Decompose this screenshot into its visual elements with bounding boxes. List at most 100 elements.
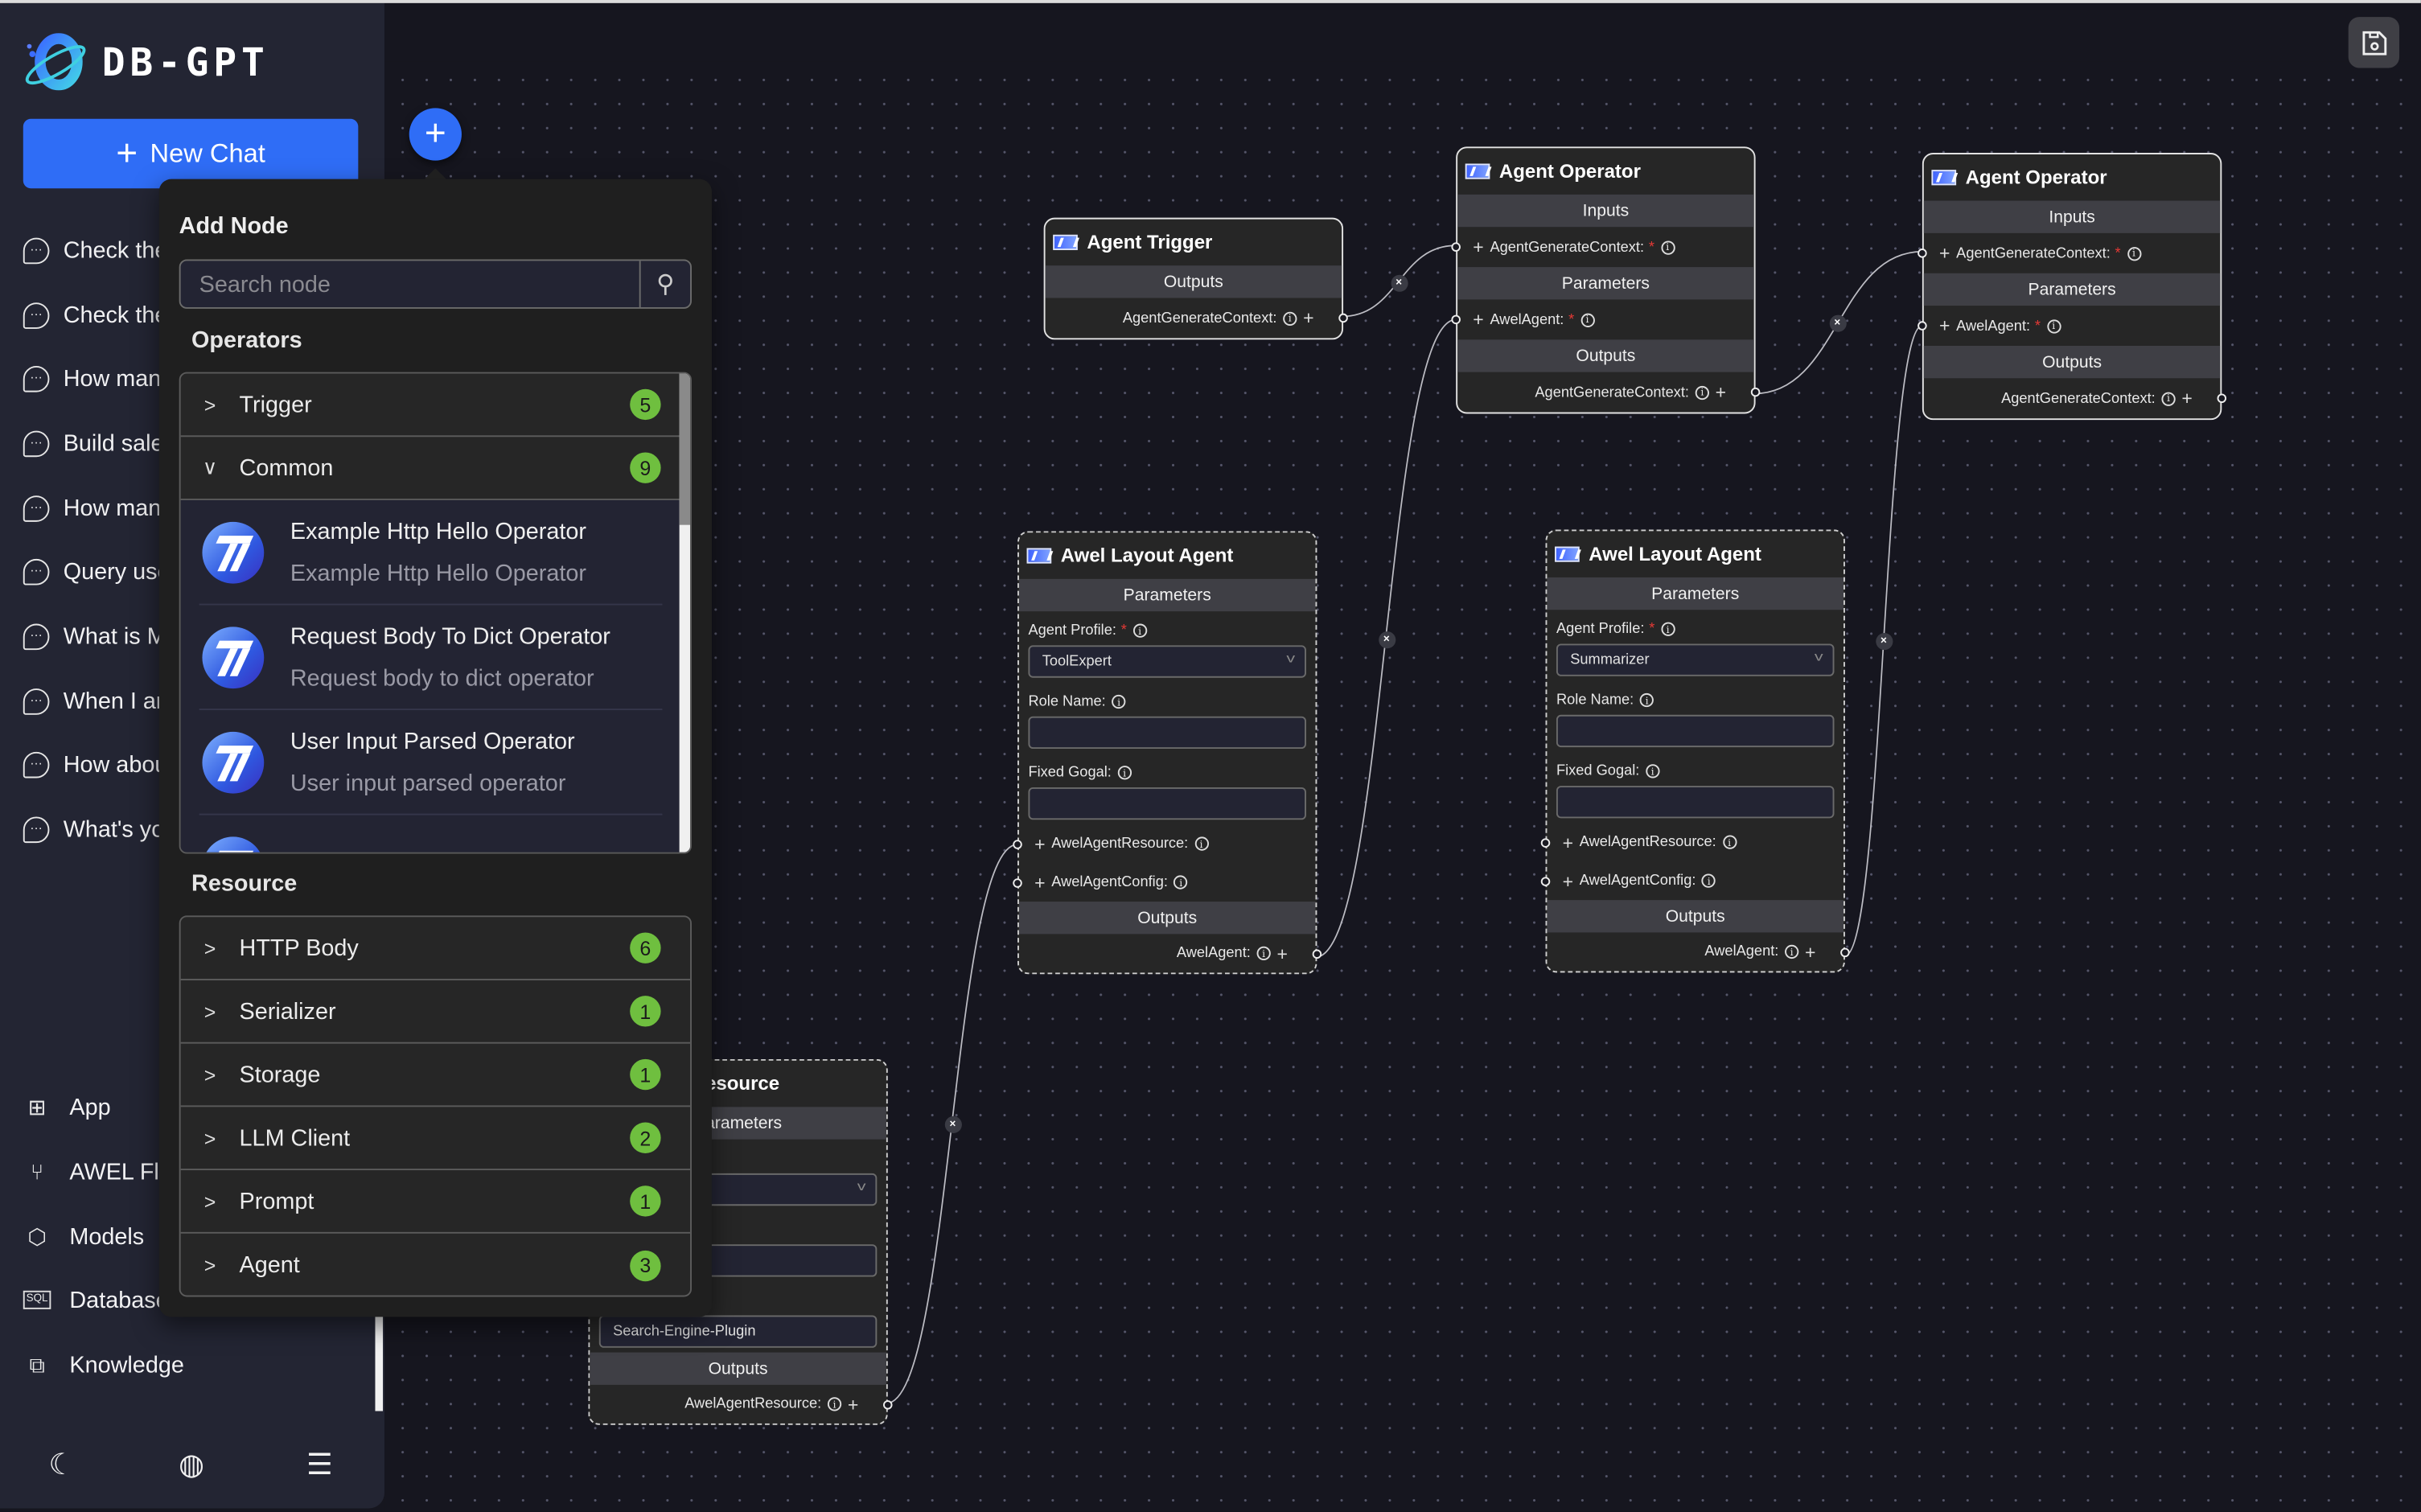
output-handle[interactable]: [1750, 387, 1761, 397]
output-handle[interactable]: [1312, 948, 1322, 959]
info-icon[interactable]: i: [1702, 873, 1716, 888]
info-icon[interactable]: i: [1256, 946, 1271, 960]
flow-node-awel-layout-agent-1[interactable]: Awel Layout Agent Parameters Agent Profile…: [1013, 531, 1322, 975]
group-http-body[interactable]: > HTTP Body 6: [180, 917, 691, 980]
input-handle[interactable]: [1013, 877, 1022, 887]
chat-history-item[interactable]: ··· How man: [23, 355, 161, 402]
delete-edge-button[interactable]: ×: [1828, 314, 1846, 331]
delete-edge-button[interactable]: ×: [1390, 273, 1408, 291]
add-connection-icon[interactable]: +: [1034, 833, 1045, 855]
input-handle[interactable]: [1917, 321, 1927, 331]
logo[interactable]: DB-GPT: [22, 31, 269, 92]
input-handle[interactable]: [1451, 314, 1461, 325]
operator-item[interactable]: User Input Parsed Operator User input par…: [199, 710, 663, 816]
chat-history-item[interactable]: ··· Check the: [23, 292, 167, 339]
add-node-button[interactable]: +: [409, 108, 462, 161]
info-icon[interactable]: i: [2046, 318, 2061, 333]
info-icon[interactable]: i: [1112, 694, 1126, 709]
nav-knowledge[interactable]: ⧉ Knowledge: [23, 1341, 183, 1388]
node-header[interactable]: Agent Trigger: [1046, 220, 1342, 266]
nav-database[interactable]: SQL Database: [23, 1277, 169, 1324]
info-icon[interactable]: i: [2161, 391, 2176, 405]
chat-history-item[interactable]: ··· Query use: [23, 548, 171, 594]
flow-node-agent-operator-1[interactable]: Agent Operator Inputs + AgentGenerateContex…: [1451, 146, 1761, 414]
add-connection-icon[interactable]: +: [1473, 236, 1483, 258]
add-connection-icon[interactable]: +: [1939, 315, 1950, 337]
info-icon[interactable]: i: [1132, 623, 1147, 638]
node-header[interactable]: Awel Layout Agent: [1019, 532, 1316, 579]
chat-history-item[interactable]: ··· How man: [23, 485, 161, 532]
group-trigger[interactable]: > Trigger 5: [180, 374, 691, 438]
chat-history-item[interactable]: ··· When I ar: [23, 678, 164, 725]
chat-history-item[interactable]: ··· What's yo: [23, 806, 164, 853]
group-agent[interactable]: > Agent 3: [181, 1234, 690, 1296]
chat-history-item[interactable]: ··· What is M: [23, 613, 166, 659]
input-handle[interactable]: [1917, 249, 1927, 258]
operator-item[interactable]: Example Http Hello Operator Example Http …: [199, 500, 663, 606]
save-flow-button[interactable]: [2348, 17, 2400, 68]
add-connection-icon[interactable]: +: [1716, 381, 1726, 403]
info-icon[interactable]: i: [1722, 835, 1737, 849]
param-input[interactable]: [1028, 716, 1306, 750]
add-connection-icon[interactable]: +: [848, 1393, 858, 1415]
collapse-menu-icon[interactable]: ☰: [301, 1448, 338, 1484]
chat-history-item[interactable]: ··· Check the: [23, 227, 167, 273]
sidebar-scrollbar[interactable]: [375, 1315, 384, 1411]
group-storage[interactable]: > Storage 1: [180, 1044, 691, 1107]
param-select[interactable]: Summarizer v: [1556, 643, 1835, 676]
add-connection-icon[interactable]: +: [2181, 388, 2192, 409]
info-icon[interactable]: i: [827, 1397, 842, 1411]
add-connection-icon[interactable]: +: [1563, 832, 1573, 853]
param-input[interactable]: [1556, 714, 1835, 748]
delete-edge-button[interactable]: ×: [943, 1115, 961, 1133]
add-connection-icon[interactable]: +: [1939, 242, 1950, 264]
delete-edge-button[interactable]: ×: [1875, 632, 1893, 650]
flow-node-agent-trigger[interactable]: Agent Trigger Outputs AgentGenerateContext…: [1043, 217, 1348, 340]
node-header[interactable]: Agent Operator: [1457, 148, 1754, 195]
chat-history-item[interactable]: ··· Build sale: [23, 420, 164, 466]
add-connection-icon[interactable]: +: [1473, 309, 1483, 331]
flow-node-awel-layout-agent-2[interactable]: Awel Layout Agent Parameters Agent Profile…: [1540, 529, 1850, 973]
add-connection-icon[interactable]: +: [1303, 307, 1313, 329]
moon-icon[interactable]: ☾: [43, 1448, 80, 1484]
delete-edge-button[interactable]: ×: [1378, 631, 1395, 648]
info-icon[interactable]: i: [1117, 766, 1132, 780]
node-header[interactable]: Awel Layout Agent: [1547, 531, 1843, 577]
search-node-input[interactable]: [180, 261, 639, 308]
param-input[interactable]: [1556, 786, 1835, 819]
operators-scrollbar[interactable]: [679, 373, 691, 853]
input-handle[interactable]: [1540, 837, 1551, 847]
group-serializer[interactable]: > Serializer 1: [180, 980, 691, 1044]
operator-item-partial[interactable]: [199, 816, 663, 853]
new-chat-button[interactable]: + New Chat: [23, 118, 359, 189]
add-connection-icon[interactable]: +: [1805, 941, 1815, 963]
chat-history-item[interactable]: ··· How abou: [23, 741, 167, 787]
nav-app[interactable]: ⊞ App: [23, 1084, 111, 1131]
input-handle[interactable]: [1451, 242, 1461, 252]
nav-models[interactable]: ⬡ Models: [23, 1214, 144, 1260]
search-button[interactable]: ⚲: [639, 261, 690, 308]
add-connection-icon[interactable]: +: [1563, 870, 1573, 892]
info-icon[interactable]: i: [1661, 622, 1675, 636]
add-connection-icon[interactable]: +: [1034, 872, 1045, 894]
info-icon[interactable]: i: [1646, 764, 1660, 779]
output-handle[interactable]: [1840, 947, 1850, 957]
group-llm-client[interactable]: > LLM Client 2: [180, 1107, 691, 1171]
output-handle[interactable]: [1338, 313, 1348, 323]
info-icon[interactable]: i: [1639, 692, 1654, 708]
globe-icon[interactable]: ◍: [173, 1448, 210, 1484]
operator-item[interactable]: Request Body To Dict Operator Request bod…: [199, 605, 663, 711]
param-select[interactable]: ToolExpert v: [1028, 645, 1306, 678]
flow-node-agent-operator-2[interactable]: Agent Operator Inputs + AgentGenerateContex…: [1917, 153, 2227, 421]
info-icon[interactable]: i: [1660, 240, 1675, 254]
param-input[interactable]: Search-Engine-Plugin: [598, 1315, 878, 1348]
scrollbar-thumb[interactable]: [679, 373, 691, 525]
info-icon[interactable]: i: [1785, 944, 1799, 959]
info-icon[interactable]: i: [2127, 246, 2141, 261]
add-connection-icon[interactable]: +: [1276, 943, 1287, 964]
group-prompt[interactable]: > Prompt 1: [180, 1170, 691, 1234]
info-icon[interactable]: i: [1695, 384, 1709, 400]
group-common[interactable]: ∨ Common 9: [180, 437, 691, 500]
info-icon[interactable]: i: [1174, 875, 1188, 890]
input-handle[interactable]: [1540, 876, 1551, 885]
